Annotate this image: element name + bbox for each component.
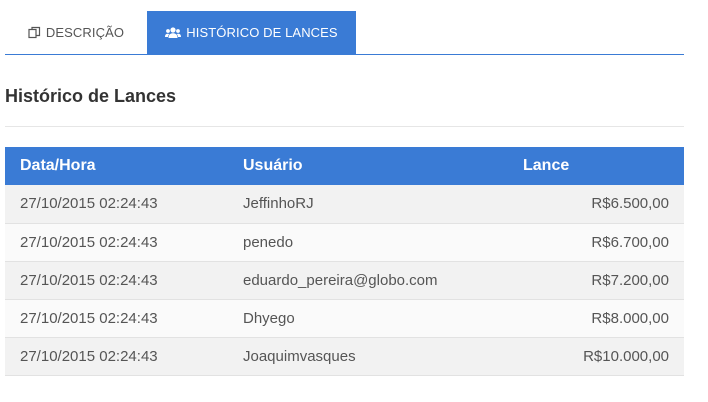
row-bid: R$7.200,00 — [591, 271, 669, 289]
row-bid: R$6.700,00 — [591, 233, 669, 251]
table-row: 27/10/2015 02:24:43 eduardo_pereira@glob… — [5, 261, 684, 299]
table-row: 27/10/2015 02:24:43 Joaquimvasques R$10.… — [5, 337, 684, 375]
row-date: 27/10/2015 02:24:43 — [20, 233, 158, 251]
tab-bid-history[interactable]: HISTÓRICO DE LANCES — [147, 11, 356, 54]
header-date: Data/Hora — [20, 157, 96, 174]
row-user: JeffinhoRJ — [243, 195, 314, 213]
row-bid: R$6.500,00 — [591, 195, 669, 213]
tab-bar: DESCRIÇÃO HISTÓRICO DE LANCES — [5, 11, 684, 55]
copy-icon — [28, 26, 41, 39]
table-row: 27/10/2015 02:24:43 penedo R$6.700,00 — [5, 223, 684, 261]
bid-history-table: Data/Hora Usuário Lance 27/10/2015 02:24… — [5, 147, 684, 376]
table-header-row: Data/Hora Usuário Lance — [5, 147, 684, 185]
row-date: 27/10/2015 02:24:43 — [20, 271, 158, 289]
row-user: penedo — [243, 233, 294, 251]
row-date: 27/10/2015 02:24:43 — [20, 347, 158, 365]
tab-description[interactable]: DESCRIÇÃO — [5, 11, 147, 54]
table-row: 27/10/2015 02:24:43 JeffinhoRJ R$6.500,0… — [5, 185, 684, 223]
tab-bid-history-label: HISTÓRICO DE LANCES — [186, 25, 338, 40]
row-bid: R$10.000,00 — [583, 347, 669, 365]
tab-description-label: DESCRIÇÃO — [45, 25, 125, 40]
users-icon — [165, 26, 182, 39]
section-divider — [5, 126, 684, 127]
header-bid: Lance — [523, 157, 570, 174]
section-title: Histórico de Lances — [5, 86, 177, 106]
row-user: Joaquimvasques — [243, 347, 356, 365]
table-row: 27/10/2015 02:24:43 Dhyego R$8.000,00 — [5, 299, 684, 337]
row-bid: R$8.000,00 — [591, 309, 669, 327]
row-date: 27/10/2015 02:24:43 — [20, 309, 158, 327]
row-user: eduardo_pereira@globo.com — [243, 271, 438, 289]
row-date: 27/10/2015 02:24:43 — [20, 195, 158, 213]
header-user: Usuário — [243, 157, 303, 174]
row-user: Dhyego — [243, 309, 295, 327]
